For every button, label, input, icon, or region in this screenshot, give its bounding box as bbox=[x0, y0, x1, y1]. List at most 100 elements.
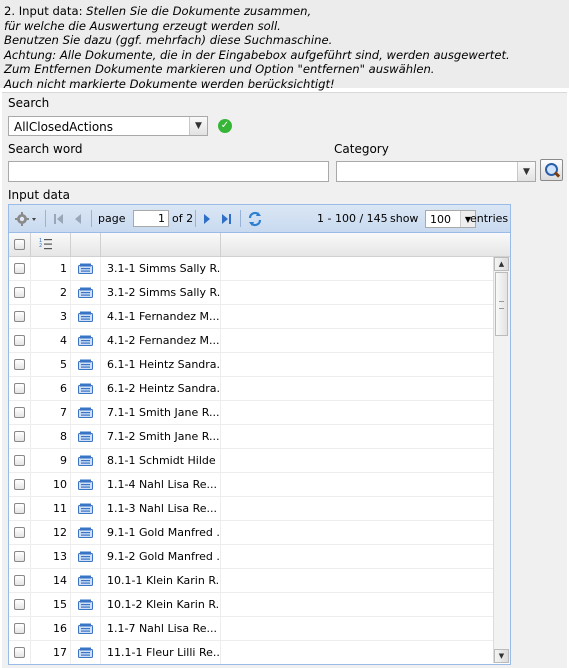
row-checkbox[interactable] bbox=[14, 263, 25, 274]
row-checkbox[interactable] bbox=[14, 359, 25, 370]
row-icon-cell[interactable] bbox=[71, 329, 101, 353]
row-name[interactable]: 1.1-3 Nahl Lisa Re... bbox=[101, 497, 221, 521]
table-row[interactable]: 11 1.1-3 Nahl Lisa Re... bbox=[9, 497, 493, 521]
row-checkbox[interactable] bbox=[14, 647, 25, 658]
table-row[interactable]: 5 6.1-1 Heintz Sandra... bbox=[9, 353, 493, 377]
name-column-header[interactable] bbox=[101, 233, 221, 256]
row-checkbox[interactable] bbox=[14, 383, 25, 394]
table-row[interactable]: 1 3.1-1 Simms Sally R... bbox=[9, 257, 493, 281]
document-icon bbox=[78, 623, 93, 634]
row-checkbox[interactable] bbox=[14, 455, 25, 466]
document-icon bbox=[78, 575, 93, 586]
table-row[interactable]: 14 10.1-1 Klein Karin R... bbox=[9, 569, 493, 593]
row-name[interactable]: 7.1-2 Smith Jane R... bbox=[101, 425, 221, 449]
row-icon-cell[interactable] bbox=[71, 449, 101, 473]
table-row[interactable]: 15 10.1-2 Klein Karin R... bbox=[9, 593, 493, 617]
row-icon-cell[interactable] bbox=[71, 593, 101, 617]
vertical-scrollbar[interactable]: ▲ ▼ bbox=[493, 257, 510, 663]
gear-menu-button[interactable] bbox=[15, 205, 39, 232]
table-row[interactable]: 2 3.1-2 Simms Sally R... bbox=[9, 281, 493, 305]
row-checkbox[interactable] bbox=[14, 479, 25, 490]
row-name[interactable]: 10.1-2 Klein Karin R... bbox=[101, 593, 221, 617]
row-icon-cell[interactable] bbox=[71, 377, 101, 401]
row-icon-cell[interactable] bbox=[71, 473, 101, 497]
row-number: 9 bbox=[31, 449, 71, 473]
row-name[interactable]: 6.1-1 Heintz Sandra... bbox=[101, 353, 221, 377]
row-icon-cell[interactable] bbox=[71, 545, 101, 569]
row-name[interactable]: 9.1-2 Gold Manfred ... bbox=[101, 545, 221, 569]
row-number: 6 bbox=[31, 377, 71, 401]
refresh-button[interactable] bbox=[247, 205, 263, 232]
row-checkbox[interactable] bbox=[14, 431, 25, 442]
row-name[interactable]: 10.1-1 Klein Karin R... bbox=[101, 569, 221, 593]
table-row[interactable]: 16 1.1-7 Nahl Lisa Re... bbox=[9, 617, 493, 641]
row-select-cell bbox=[9, 497, 31, 521]
document-icon bbox=[78, 263, 93, 274]
table-row[interactable]: 12 9.1-1 Gold Manfred ... bbox=[9, 521, 493, 545]
row-checkbox[interactable] bbox=[14, 527, 25, 538]
row-name[interactable]: 3.1-1 Simms Sally R... bbox=[101, 257, 221, 281]
row-icon-cell[interactable] bbox=[71, 281, 101, 305]
range-label: 1 - 100 / 145 bbox=[317, 212, 388, 225]
prev-page-button[interactable] bbox=[73, 205, 83, 232]
document-icon bbox=[78, 527, 93, 538]
search-select[interactable]: AllClosedActions ▼ bbox=[8, 116, 208, 136]
row-name[interactable]: 1.1-7 Nahl Lisa Re... bbox=[101, 617, 221, 641]
table-row[interactable]: 7 7.1-1 Smith Jane R... bbox=[9, 401, 493, 425]
row-name[interactable]: 4.1-1 Fernandez M... bbox=[101, 305, 221, 329]
row-icon-cell[interactable] bbox=[71, 257, 101, 281]
row-checkbox[interactable] bbox=[14, 287, 25, 298]
select-all-checkbox[interactable] bbox=[14, 239, 25, 250]
row-icon-cell[interactable] bbox=[71, 353, 101, 377]
next-page-button[interactable] bbox=[202, 205, 212, 232]
document-icon bbox=[78, 383, 93, 394]
row-checkbox[interactable] bbox=[14, 575, 25, 586]
category-select[interactable]: ▼ bbox=[336, 161, 536, 182]
table-row[interactable]: 4 4.1-2 Fernandez M... bbox=[9, 329, 493, 353]
table-row[interactable]: 6 6.1-2 Heintz Sandra... bbox=[9, 377, 493, 401]
table-row[interactable]: 10 1.1-4 Nahl Lisa Re... bbox=[9, 473, 493, 497]
row-icon-cell[interactable] bbox=[71, 497, 101, 521]
row-checkbox[interactable] bbox=[14, 599, 25, 610]
search-button[interactable] bbox=[540, 159, 563, 181]
entries-select[interactable]: 100 ▼ bbox=[425, 210, 476, 228]
scroll-thumb[interactable] bbox=[495, 272, 508, 336]
table-row[interactable]: 17 11.1-1 Fleur Lilli Re... bbox=[9, 641, 493, 664]
last-page-button[interactable] bbox=[220, 205, 232, 232]
row-checkbox[interactable] bbox=[14, 407, 25, 418]
row-icon-cell[interactable] bbox=[71, 569, 101, 593]
row-name[interactable]: 7.1-1 Smith Jane R... bbox=[101, 401, 221, 425]
row-icon-cell[interactable] bbox=[71, 641, 101, 664]
row-checkbox[interactable] bbox=[14, 551, 25, 562]
row-icon-cell[interactable] bbox=[71, 401, 101, 425]
search-word-input[interactable] bbox=[8, 161, 329, 182]
row-name[interactable]: 8.1-1 Schmidt Hilde ... bbox=[101, 449, 221, 473]
icon-column-header bbox=[71, 233, 101, 256]
intro-label: 2. Input data: bbox=[4, 4, 87, 18]
row-name[interactable]: 3.1-2 Simms Sally R... bbox=[101, 281, 221, 305]
row-name[interactable]: 1.1-4 Nahl Lisa Re... bbox=[101, 473, 221, 497]
scroll-down-arrow[interactable]: ▼ bbox=[494, 649, 509, 663]
row-icon-cell[interactable] bbox=[71, 305, 101, 329]
table-row[interactable]: 9 8.1-1 Schmidt Hilde ... bbox=[9, 449, 493, 473]
row-checkbox[interactable] bbox=[14, 311, 25, 322]
row-number: 10 bbox=[31, 473, 71, 497]
table-row[interactable]: 8 7.1-2 Smith Jane R... bbox=[9, 425, 493, 449]
row-checkbox[interactable] bbox=[14, 335, 25, 346]
table-row[interactable]: 13 9.1-2 Gold Manfred ... bbox=[9, 545, 493, 569]
page-number-input[interactable]: 1 bbox=[133, 210, 169, 227]
row-icon-cell[interactable] bbox=[71, 521, 101, 545]
table-row[interactable]: 3 4.1-1 Fernandez M... bbox=[9, 305, 493, 329]
row-name[interactable]: 11.1-1 Fleur Lilli Re... bbox=[101, 641, 221, 664]
row-icon-cell[interactable] bbox=[71, 425, 101, 449]
row-checkbox[interactable] bbox=[14, 503, 25, 514]
row-name[interactable]: 6.1-2 Heintz Sandra... bbox=[101, 377, 221, 401]
row-name[interactable]: 9.1-1 Gold Manfred ... bbox=[101, 521, 221, 545]
row-name[interactable]: 4.1-2 Fernandez M... bbox=[101, 329, 221, 353]
search-select-value: AllClosedActions bbox=[14, 120, 114, 134]
row-number: 11 bbox=[31, 497, 71, 521]
first-page-button[interactable] bbox=[53, 205, 65, 232]
row-checkbox[interactable] bbox=[14, 623, 25, 634]
scroll-up-arrow[interactable]: ▲ bbox=[494, 257, 509, 271]
row-icon-cell[interactable] bbox=[71, 617, 101, 641]
